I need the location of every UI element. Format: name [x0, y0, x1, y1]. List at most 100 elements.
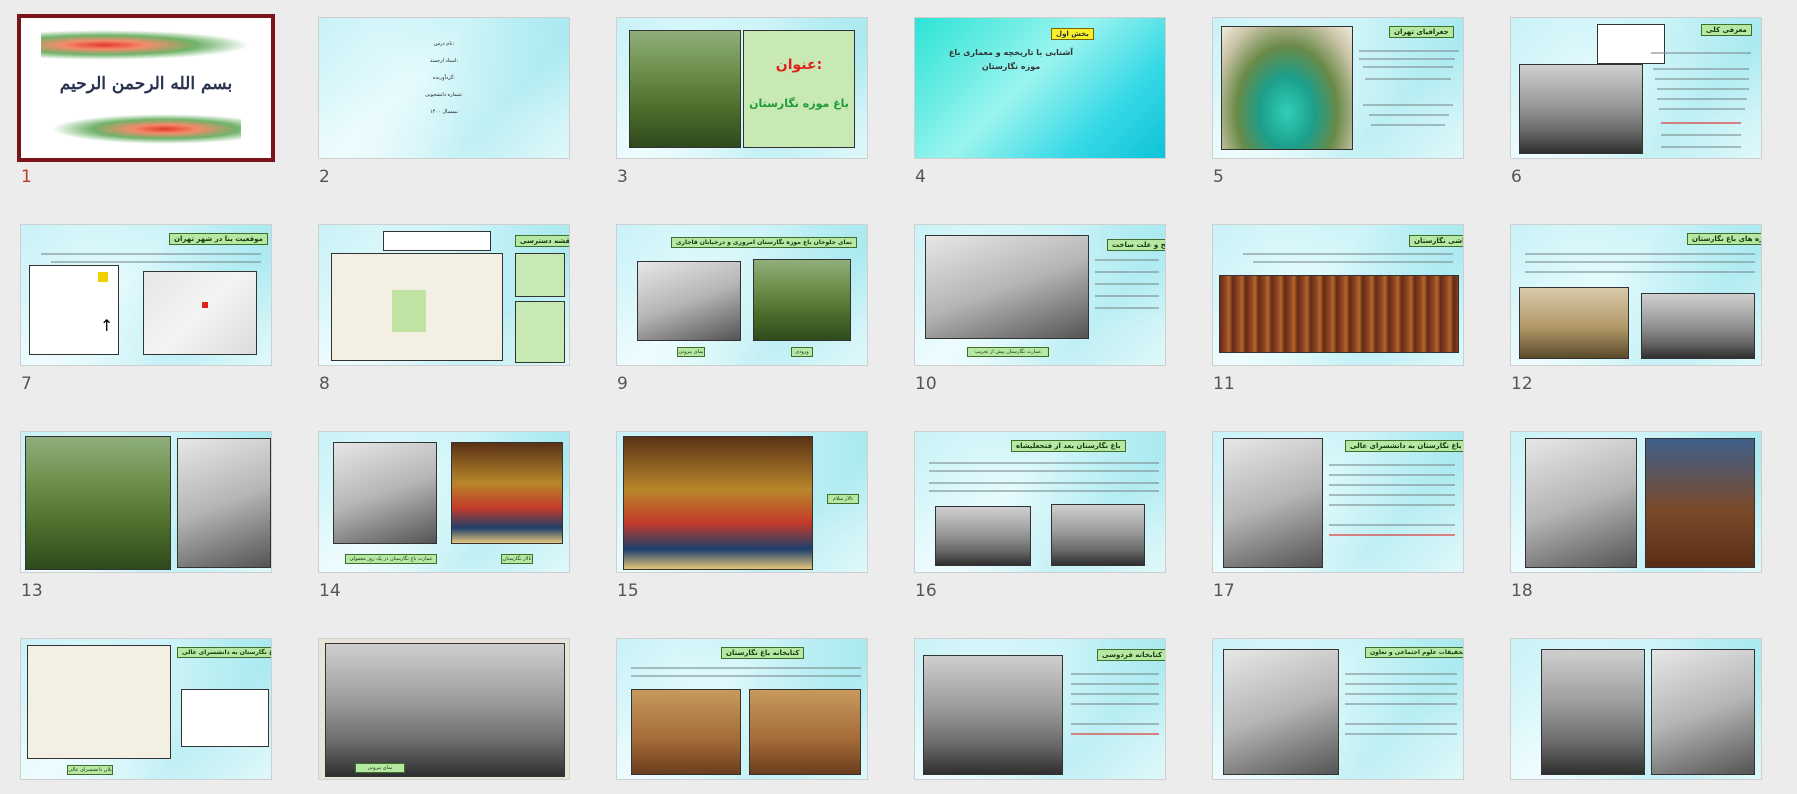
slide-title-tag: تبدیل باغ نگارستان به دانشسرای عالی — [177, 647, 271, 658]
slide-title-tag: بخش اول — [1051, 28, 1094, 40]
slide-number: 15 — [617, 581, 639, 601]
slide-number: 4 — [915, 167, 926, 187]
slide-thumbnail[interactable]: بخش اول آشنایی با تاریخچه و معماری باغ م… — [914, 17, 1166, 159]
slide-thumbnail[interactable]: نام درس: استاد ارجمند: گردآورنده: شماره … — [318, 17, 570, 159]
slide-number: 12 — [1511, 374, 1533, 394]
historic-photo — [1541, 649, 1645, 775]
slide-thumbnail[interactable]: عمارت باغ نگارستان در یک روز معمولی تالا… — [318, 431, 570, 573]
door-photo — [1645, 438, 1755, 568]
slide-number: 9 — [617, 374, 628, 394]
slide-subtitle: آشنایی با تاریخچه و معماری باغ موزه نگار… — [948, 48, 1074, 71]
slide-number: 1 — [21, 167, 32, 187]
slide-number: 16 — [915, 581, 937, 601]
slide-number: 17 — [1213, 581, 1235, 601]
slide-number: 7 — [21, 374, 32, 394]
slide-thumbnail[interactable]: موقعیت بنا در شهر تهران ↑ — [20, 224, 272, 366]
slide-text-line: نام درس: — [433, 41, 455, 47]
slide-number: 10 — [915, 374, 937, 394]
photo-caption: عمارت نگارستان پیش از تخریب — [967, 347, 1049, 357]
flower-decoration-icon — [51, 114, 241, 144]
photo-caption: ورودی — [791, 347, 813, 357]
slide-thumbnail[interactable]: سازه های باغ نگارستان — [1510, 224, 1762, 366]
slide-number: 14 — [319, 581, 341, 601]
slide-thumbnail[interactable]: تبدیل به موسسه تحقیقات علوم اجتماعی و تع… — [1212, 638, 1464, 780]
slide-title-tag: موقعیت بنا در شهر تهران — [169, 233, 268, 245]
photo-caption: عمارت باغ نگارستان در یک روز معمولی — [345, 554, 437, 564]
slide-thumbnail[interactable]: جغرافیای تهران — [1212, 17, 1464, 159]
slide-thumbnail[interactable]: نقاشی نگارستان — [1212, 224, 1464, 366]
slide-number: 11 — [1213, 374, 1235, 394]
garden-photo — [629, 30, 741, 148]
slide-number: 2 — [319, 167, 330, 187]
slide-thumbnail[interactable]: تاریخ و علت ساخت عمارت نگارستان پیش از ت… — [914, 224, 1166, 366]
slide-text-line: شماره دانشجویی: — [425, 92, 463, 98]
slide-title-tag: تبدیل باغ نگارستان به دانشسرای عالی — [1345, 440, 1463, 452]
painting-photo — [451, 442, 563, 544]
street-photo — [1223, 649, 1339, 775]
north-arrow-icon: ↑ — [100, 316, 114, 335]
slide-thumbnail[interactable]: نمای جلوخان باغ موزه نگارستان امروزی و د… — [616, 224, 868, 366]
slide-thumbnail[interactable]: معرفی کلی — [1510, 17, 1762, 159]
photo-caption: نمای بیرونی — [355, 763, 405, 773]
photo-caption: نمای بیرونی — [677, 347, 705, 357]
slide-sorter-grid: بسم الله الرحمن الرحیم 1 نام درس: استاد … — [0, 0, 1797, 794]
slide-subtitle: باغ موزه نگارستان — [749, 97, 849, 110]
classroom-photo — [1051, 504, 1145, 566]
slide-title-tag: نقشه دسترسی — [515, 235, 569, 247]
slide-thumbnail[interactable] — [20, 431, 272, 573]
slide-thumbnail[interactable]: تبدیل باغ نگارستان به دانشسرای عالی پلان… — [20, 638, 272, 780]
historic-photo — [325, 643, 565, 777]
location-pin-icon — [202, 302, 208, 308]
building-photo — [1223, 438, 1323, 568]
calligraphy-text: بسم الله الرحمن الرحیم — [59, 74, 233, 94]
floor-plan — [27, 645, 171, 759]
slide-title: عنوان: — [775, 57, 823, 73]
slide-text-line: استاد ارجمند: — [429, 58, 459, 64]
library-photo — [749, 689, 861, 775]
slide-title-tag: جغرافیای تهران — [1389, 26, 1454, 38]
slide-title-tag: معرفی کلی — [1701, 24, 1752, 36]
slide-thumbnail[interactable]: نمای بیرونی — [318, 638, 570, 780]
gate-photo — [753, 259, 851, 341]
slide-title-tag: نقاشی نگارستان — [1409, 235, 1463, 247]
slide-title-tag: تاریخ و علت ساخت — [1107, 239, 1165, 251]
garden-pool-photo — [25, 436, 171, 570]
slide-thumbnail[interactable]: کتابخانه فردوسی — [914, 638, 1166, 780]
slide-number: 5 — [1213, 167, 1224, 187]
slide-text-line: نیمسال ۱۴۰۰ — [430, 109, 458, 115]
slide-thumbnail[interactable]: کتابخانه باغ نگارستان — [616, 638, 868, 780]
photo-caption: تالار سلام — [827, 494, 859, 504]
ruins-photo — [1519, 287, 1629, 359]
slide-thumbnail[interactable]: نقشه دسترسی — [318, 224, 570, 366]
pool-photo — [1221, 26, 1353, 150]
historic-photo — [1651, 649, 1755, 775]
sketch-map: ↑ — [29, 265, 119, 355]
garden-photo — [923, 655, 1063, 775]
access-map — [331, 253, 503, 361]
historic-photo — [333, 442, 437, 544]
slide-number: 3 — [617, 167, 628, 187]
slide-text-line: گردآورنده: — [433, 75, 455, 81]
photo-caption: تالار نگارستان — [501, 554, 533, 564]
slide-thumbnail[interactable]: عنوان: باغ موزه نگارستان — [616, 17, 868, 159]
slide-thumbnail[interactable] — [1510, 638, 1762, 780]
slide-thumbnail[interactable] — [1510, 431, 1762, 573]
slide-thumbnail[interactable]: تبدیل باغ نگارستان به دانشسرای عالی — [1212, 431, 1464, 573]
building-photo — [1525, 438, 1637, 568]
photo-caption: پلان دانشسرای عالی — [67, 765, 113, 775]
historic-photo — [925, 235, 1089, 339]
slide-number: 18 — [1511, 581, 1533, 601]
slide-title-tag: کتابخانه فردوسی — [1097, 649, 1165, 661]
mural-photo — [1219, 275, 1459, 353]
historic-photo — [177, 438, 271, 568]
slide-thumbnail[interactable]: تالار سلام — [616, 431, 868, 573]
ruins-photo — [1641, 293, 1755, 359]
slide-title-tag: باغ نگارستان بعد از فتحعلیشاه — [1011, 440, 1126, 452]
slide-thumbnail[interactable]: باغ نگارستان بعد از فتحعلیشاه — [914, 431, 1166, 573]
slide-number: 8 — [319, 374, 330, 394]
slide-title-tag: تبدیل به موسسه تحقیقات علوم اجتماعی و تع… — [1365, 647, 1463, 658]
slide-number: 13 — [21, 581, 43, 601]
slide-thumbnail[interactable]: بسم الله الرحمن الرحیم — [17, 14, 275, 162]
slide-number: 6 — [1511, 167, 1522, 187]
flower-decoration-icon — [41, 30, 251, 60]
